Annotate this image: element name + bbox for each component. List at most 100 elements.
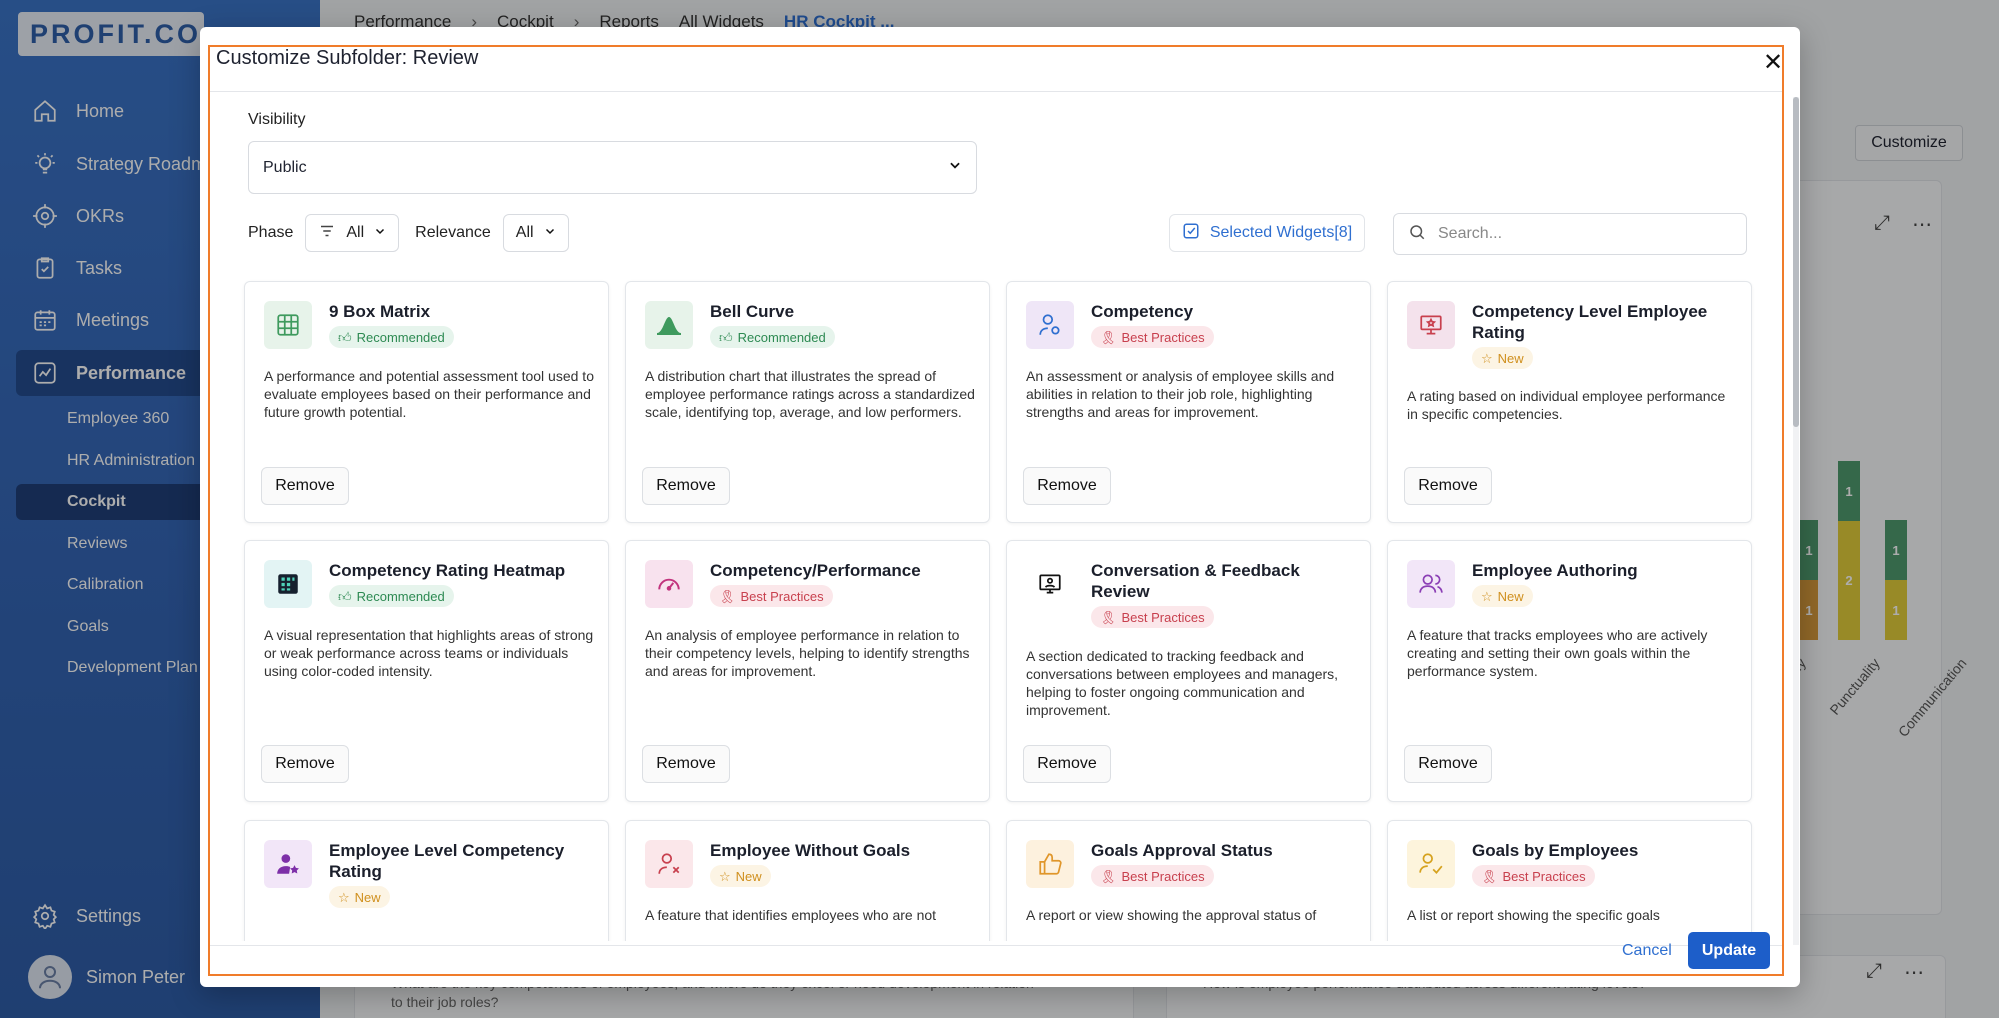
- remove-button[interactable]: Remove: [1023, 745, 1111, 783]
- widget-description: A distribution chart that illustrates th…: [645, 368, 975, 420]
- search-box: [1393, 213, 1747, 255]
- remove-button[interactable]: Remove: [1404, 745, 1492, 783]
- widget-card[interactable]: Bell Curve 👍︎ Recommended A distribution c…: [625, 281, 990, 523]
- widget-description: A feature that tracks employees who are …: [1407, 627, 1708, 679]
- bell-curve-icon: [645, 301, 693, 349]
- ribbon-icon: 🎗︎: [719, 588, 736, 604]
- best-practices-badge: 🎗︎ Best Practices: [1472, 865, 1595, 887]
- widget-card[interactable]: 9 Box Matrix 👍︎ Recommended A performance …: [244, 281, 609, 523]
- new-badge: ☆ New: [329, 886, 390, 908]
- chevron-down-icon: [544, 224, 556, 242]
- widget-title: Competency 🎗︎ Best Practices: [1091, 301, 1353, 348]
- best-practices-badge: 🎗︎ Best Practices: [1091, 606, 1214, 628]
- widget-title: Conversation & Feedback Review 🎗︎ Best Pra…: [1091, 560, 1353, 628]
- best-practices-badge: 🎗︎ Best Practices: [710, 585, 833, 607]
- star-icon: ☆: [1481, 350, 1493, 366]
- widget-card[interactable]: Competency Rating Heatmap 👍︎ Recommended A…: [244, 540, 609, 802]
- new-badge: ☆ New: [1472, 347, 1533, 369]
- user-star-icon: [264, 840, 312, 888]
- widget-card[interactable]: Goals by Employees 🎗︎ Best Practices A lis…: [1387, 820, 1752, 941]
- remove-button[interactable]: Remove: [642, 745, 730, 783]
- widget-card[interactable]: Employee Without Goals ☆ New A feature tha…: [625, 820, 990, 941]
- ribbon-icon: 🎗︎: [1100, 868, 1117, 884]
- star-icon: ☆: [719, 868, 731, 884]
- thumbs-up-icon: 👍︎: [338, 329, 352, 345]
- remove-button[interactable]: Remove: [1404, 467, 1492, 505]
- widget-card[interactable]: Goals Approval Status 🎗︎ Best Practices A …: [1006, 820, 1371, 941]
- widget-title: Employee Level Competency Rating ☆ New: [329, 840, 591, 908]
- star-icon: ☆: [338, 889, 350, 905]
- relevance-value: All: [515, 224, 534, 241]
- widget-title: 9 Box Matrix 👍︎ Recommended: [329, 301, 591, 348]
- widget-card[interactable]: Competency 🎗︎ Best Practices An assessment…: [1006, 281, 1371, 523]
- widget-description: A visual representation that highlights …: [264, 627, 594, 679]
- visibility-label: Visibility: [248, 111, 306, 128]
- scrollbar-thumb[interactable]: [1793, 97, 1799, 427]
- remove-button[interactable]: Remove: [1023, 467, 1111, 505]
- grid-icon: [264, 301, 312, 349]
- widget-description: A feature that identifies employees who …: [645, 907, 937, 923]
- presentation-star-icon: [1407, 301, 1455, 349]
- best-practices-badge: 🎗︎ Best Practices: [1091, 865, 1214, 887]
- filter-row: Phase All Relevance All: [248, 214, 585, 252]
- widget-card[interactable]: Employee Authoring ☆ New A feature that tr…: [1387, 540, 1752, 802]
- phase-dropdown[interactable]: All: [305, 214, 400, 252]
- thumbs-up-icon: 👍︎: [719, 329, 733, 345]
- recommended-badge: 👍︎ Recommended: [329, 585, 454, 607]
- widget-title: Employee Authoring ☆ New: [1472, 560, 1734, 607]
- widget-grid: 9 Box Matrix 👍︎ Recommended A performance …: [240, 277, 1756, 941]
- widget-description: A report or view showing the approval st…: [1026, 907, 1317, 923]
- widget-description: A performance and potential assessment t…: [264, 368, 594, 420]
- selected-widgets-button[interactable]: Selected Widgets[8]: [1169, 214, 1365, 252]
- cancel-button[interactable]: Cancel: [1622, 942, 1672, 960]
- chevron-down-icon: [374, 224, 386, 242]
- star-icon: ☆: [1481, 588, 1493, 604]
- close-icon[interactable]: ✕: [1763, 48, 1783, 77]
- recommended-badge: 👍︎ Recommended: [329, 326, 454, 348]
- widget-title: Bell Curve 👍︎ Recommended: [710, 301, 972, 348]
- thumbs-up-icon: 👍︎: [338, 588, 352, 604]
- widget-title: Goals Approval Status 🎗︎ Best Practices: [1091, 840, 1353, 887]
- user-gear-icon: [1026, 301, 1074, 349]
- gauge-icon: [645, 560, 693, 608]
- update-button[interactable]: Update: [1688, 932, 1770, 969]
- best-practices-badge: 🎗︎ Best Practices: [1091, 326, 1214, 348]
- heatmap-icon: [264, 560, 312, 608]
- user-check-icon: [1407, 840, 1455, 888]
- widget-description: A rating based on individual employee pe…: [1407, 388, 1726, 422]
- modal-title: Customize Subfolder: Review: [216, 47, 479, 69]
- divider: [210, 945, 1782, 946]
- search-input[interactable]: [1438, 225, 1728, 243]
- widget-description: A list or report showing the specific go…: [1407, 907, 1660, 923]
- phase-label: Phase: [248, 224, 294, 241]
- checkbox-icon: [1182, 222, 1200, 245]
- divider: [210, 91, 1782, 92]
- remove-button[interactable]: Remove: [642, 467, 730, 505]
- remove-button[interactable]: Remove: [261, 467, 349, 505]
- ribbon-icon: 🎗︎: [1100, 609, 1117, 625]
- widget-description: An analysis of employee performance in r…: [645, 627, 970, 679]
- widget-card[interactable]: Competency Level Employee Rating ☆ New A r…: [1387, 281, 1752, 523]
- widget-title: Competency Rating Heatmap 👍︎ Recommended: [329, 560, 591, 607]
- widget-description: An assessment or analysis of employee sk…: [1026, 368, 1335, 420]
- new-badge: ☆ New: [710, 865, 771, 887]
- visibility-select[interactable]: Public: [248, 141, 977, 194]
- user-x-icon: [645, 840, 693, 888]
- relevance-label: Relevance: [415, 224, 491, 241]
- presentation-user-icon: [1026, 560, 1074, 608]
- relevance-dropdown[interactable]: All: [502, 214, 569, 252]
- chevron-down-icon: [948, 158, 962, 177]
- customize-subfolder-modal: Customize Subfolder: Review ✕ Visibility…: [200, 27, 1800, 987]
- thumbs-up-icon: [1026, 840, 1074, 888]
- widget-card[interactable]: Employee Level Competency Rating ☆ New: [244, 820, 609, 941]
- widget-title: Employee Without Goals ☆ New: [710, 840, 972, 887]
- widget-title: Competency/Performance 🎗︎ Best Practices: [710, 560, 972, 607]
- modal-scrollbar[interactable]: [1793, 97, 1799, 945]
- widget-card[interactable]: Competency/Performance 🎗︎ Best Practices A…: [625, 540, 990, 802]
- widget-description: A section dedicated to tracking feedback…: [1026, 648, 1339, 718]
- widget-title: Competency Level Employee Rating ☆ New: [1472, 301, 1734, 369]
- remove-button[interactable]: Remove: [261, 745, 349, 783]
- widget-card[interactable]: Conversation & Feedback Review 🎗︎ Best Pra…: [1006, 540, 1371, 802]
- ribbon-icon: 🎗︎: [1481, 868, 1498, 884]
- widget-title: Goals by Employees 🎗︎ Best Practices: [1472, 840, 1734, 887]
